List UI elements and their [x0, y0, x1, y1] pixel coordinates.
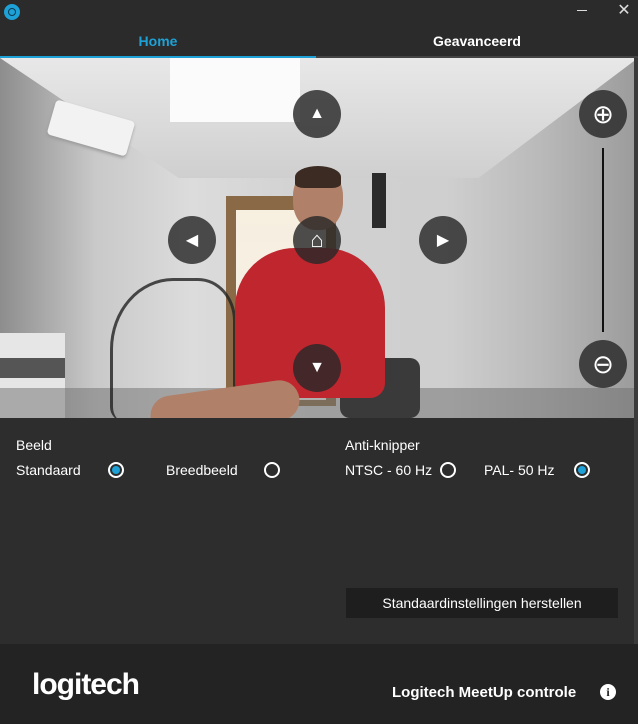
preview-person-hair [295, 166, 341, 188]
zoom-track[interactable] [602, 148, 604, 332]
title-bar: ✕ [0, 0, 638, 28]
info-icon[interactable]: i [600, 684, 616, 700]
option-label-pal: PAL- 50 Hz [484, 462, 555, 478]
scrollbar[interactable] [634, 58, 638, 644]
tab-home[interactable]: Home [0, 28, 316, 58]
pan-down-button[interactable]: ▼ [293, 344, 341, 392]
preview-ceiling-light [170, 58, 300, 122]
arrow-up-icon: ▲ [309, 105, 325, 122]
tab-bar: Home Geavanceerd [0, 28, 638, 58]
zoom-out-button[interactable]: ⊖ [579, 340, 627, 388]
zoom-in-button[interactable]: ⊕ [579, 90, 627, 138]
zoom-in-icon: ⊕ [592, 98, 614, 129]
minimize-button[interactable] [568, 0, 596, 24]
arrow-left-icon: ◀ [185, 232, 199, 249]
reset-defaults-button[interactable]: Standaardinstellingen herstellen [346, 588, 618, 618]
arrow-right-icon: ▶ [436, 232, 450, 249]
preview-desk-shadow [0, 358, 65, 378]
option-label-standard: Standaard [16, 462, 81, 478]
zoom-out-icon: ⊖ [592, 348, 614, 379]
image-section-title: Beeld [16, 437, 52, 453]
footer-title: Logitech MeetUp controle [392, 684, 577, 701]
antiflicker-section-title: Anti-knipper [345, 437, 420, 453]
pan-up-button[interactable]: ▲ [293, 90, 341, 138]
option-label-ntsc: NTSC - 60 Hz [345, 462, 433, 478]
preview-wall-screen [372, 173, 386, 228]
pan-right-button[interactable]: ▶ [419, 216, 467, 264]
close-button[interactable]: ✕ [610, 0, 638, 24]
logitech-logo: logitech [32, 668, 140, 701]
home-icon: ⌂ [310, 227, 324, 252]
radio-standard[interactable] [108, 462, 124, 478]
arrow-down-icon: ▼ [309, 359, 325, 376]
app-icon [4, 4, 20, 20]
option-label-widescreen: Breedbeeld [166, 462, 238, 478]
home-position-button[interactable]: ⌂ [293, 216, 341, 264]
radio-ntsc[interactable] [440, 462, 456, 478]
radio-widescreen[interactable] [264, 462, 280, 478]
pan-left-button[interactable]: ◀ [168, 216, 216, 264]
tab-advanced[interactable]: Geavanceerd [316, 28, 638, 58]
radio-pal[interactable] [574, 462, 590, 478]
